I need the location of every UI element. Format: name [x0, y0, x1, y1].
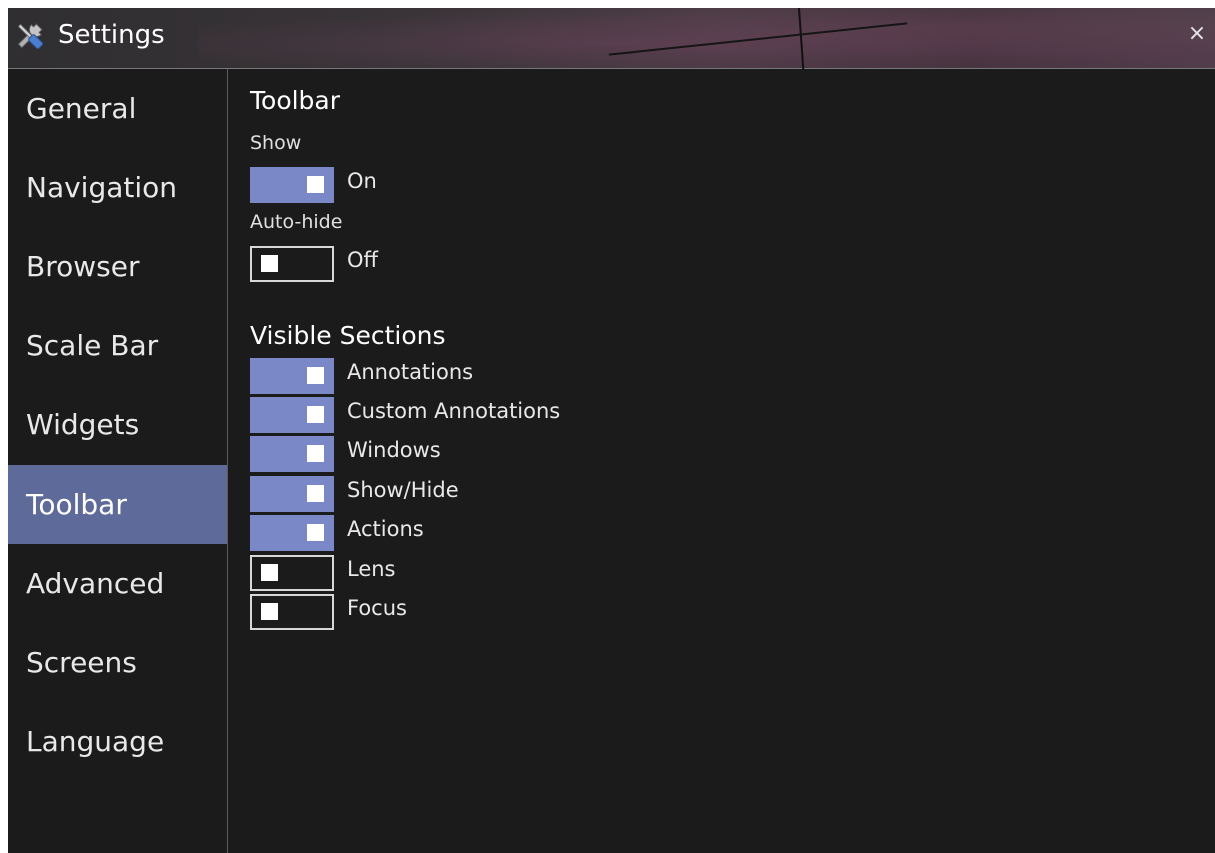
custom-annotations-toggle[interactable]	[250, 397, 334, 433]
toggle-knob	[261, 603, 278, 620]
sidebar-item-language[interactable]: Language	[8, 702, 227, 781]
settings-sidebar: General Navigation Browser Scale Bar Wid…	[8, 69, 228, 853]
sidebar-item-toolbar[interactable]: Toolbar	[8, 465, 227, 544]
custom-annotations-label: Custom Annotations	[347, 399, 561, 423]
toggle-knob	[307, 367, 324, 384]
settings-content: Toolbar Show On Auto-hide Off Visible Se…	[228, 69, 1215, 853]
section-toggle-lens[interactable]: Lens	[250, 555, 950, 591]
title-bar-background	[198, 8, 1215, 68]
settings-window: Settings × General Navigation Browser Sc…	[8, 8, 1215, 853]
title-bar: Settings ×	[8, 8, 1215, 70]
sidebar-item-general[interactable]: General	[8, 69, 227, 148]
auto-hide-toggle-row[interactable]: Off	[250, 246, 950, 282]
annotations-toggle[interactable]	[250, 358, 334, 394]
sidebar-item-scale-bar[interactable]: Scale Bar	[8, 306, 227, 385]
toolbar-section-title: Toolbar	[250, 86, 341, 115]
actions-label: Actions	[347, 517, 424, 541]
windows-label: Windows	[347, 438, 441, 462]
sidebar-item-browser[interactable]: Browser	[8, 227, 227, 306]
show-label: Show	[250, 132, 302, 154]
auto-hide-toggle[interactable]	[250, 246, 334, 282]
sidebar-item-widgets[interactable]: Widgets	[8, 385, 227, 464]
focus-label: Focus	[347, 596, 407, 620]
section-toggle-show-hide[interactable]: Show/Hide	[250, 476, 950, 512]
section-toggle-windows[interactable]: Windows	[250, 436, 950, 472]
toggle-knob	[307, 524, 324, 541]
auto-hide-state-label: Off	[347, 248, 378, 272]
toggle-knob	[307, 445, 324, 462]
toggle-knob	[261, 255, 278, 272]
section-toggle-annotations[interactable]: Annotations	[250, 358, 950, 394]
toggle-knob	[307, 176, 324, 193]
tools-icon	[17, 23, 44, 50]
focus-toggle[interactable]	[250, 594, 334, 630]
lens-toggle[interactable]	[250, 555, 334, 591]
window-title: Settings	[58, 20, 165, 50]
show-toggle[interactable]	[250, 167, 334, 203]
show-toggle-row[interactable]: On	[250, 167, 950, 203]
toggle-knob	[307, 406, 324, 423]
sidebar-item-navigation[interactable]: Navigation	[8, 148, 227, 227]
sidebar-item-screens[interactable]: Screens	[8, 623, 227, 702]
actions-toggle[interactable]	[250, 515, 334, 551]
toggle-knob	[307, 485, 324, 502]
toggle-knob	[261, 564, 278, 581]
visible-sections-title: Visible Sections	[250, 321, 446, 350]
section-toggle-actions[interactable]: Actions	[250, 515, 950, 551]
sidebar-item-advanced[interactable]: Advanced	[8, 544, 227, 623]
close-icon[interactable]: ×	[1185, 22, 1209, 46]
lens-label: Lens	[347, 557, 396, 581]
section-toggle-focus[interactable]: Focus	[250, 594, 950, 630]
windows-toggle[interactable]	[250, 436, 334, 472]
show-hide-label: Show/Hide	[347, 478, 459, 502]
auto-hide-label: Auto-hide	[250, 211, 343, 233]
show-hide-toggle[interactable]	[250, 476, 334, 512]
show-state-label: On	[347, 169, 377, 193]
section-toggle-custom-annotations[interactable]: Custom Annotations	[250, 397, 950, 433]
annotations-label: Annotations	[347, 360, 474, 384]
